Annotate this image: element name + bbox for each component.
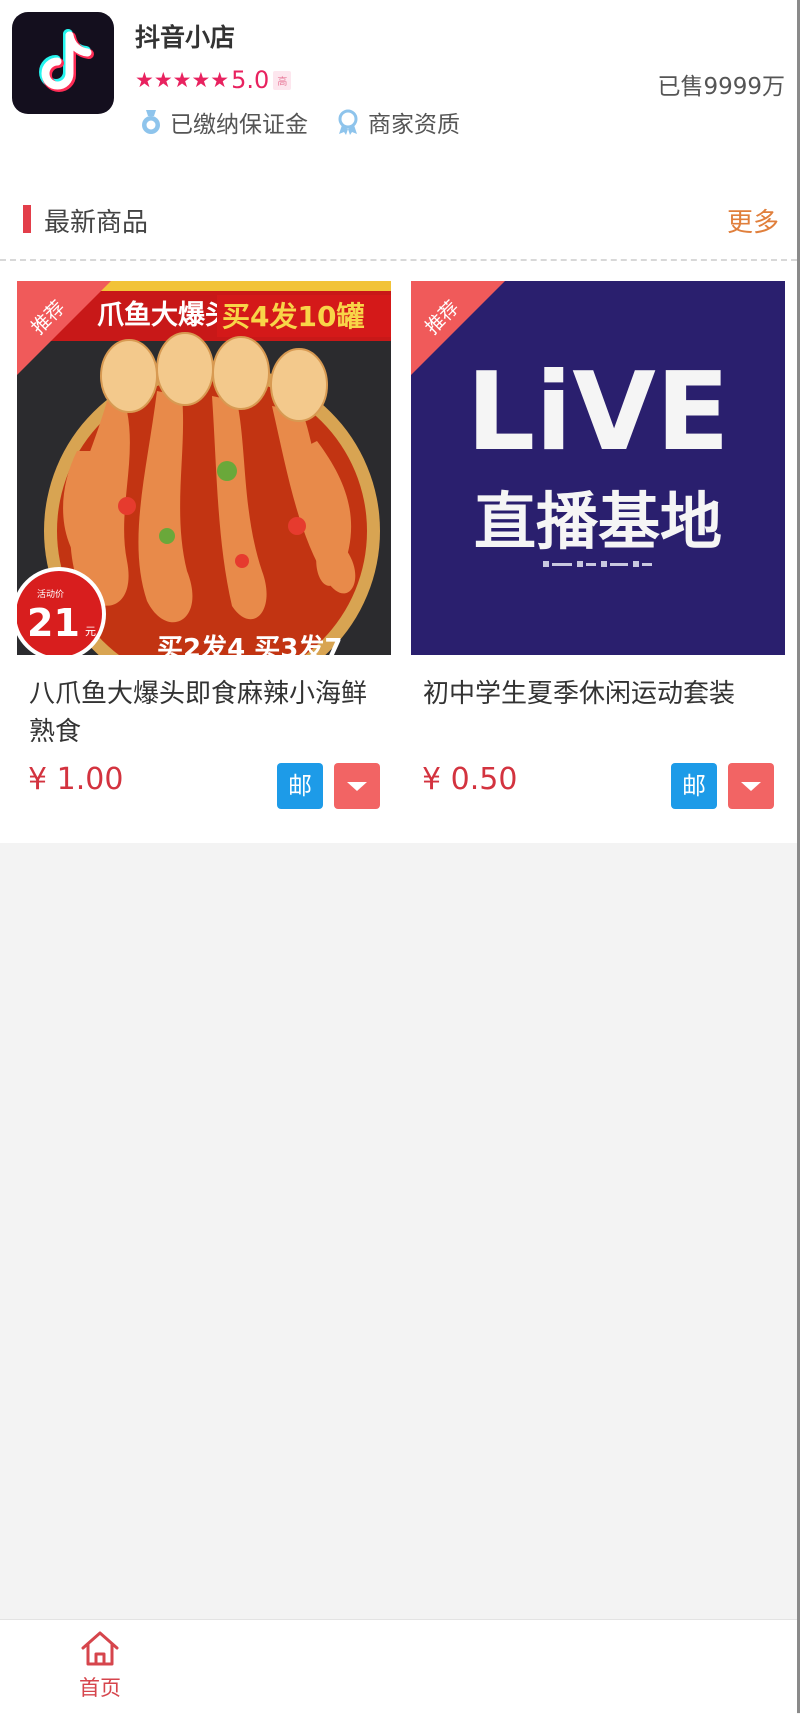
section-divider [0,259,797,261]
caret-down-icon [741,782,761,791]
merchant-qualification-label: 商家资质 [368,112,460,138]
product-price: ¥ 0.50 [422,762,518,797]
product-image-octopus[interactable]: 爪鱼大爆头 买4发10罐 活动价 21 元 买2发4 买3发7 推荐 [17,281,391,655]
section-title-marker [23,205,31,233]
shop-logo[interactable] [12,12,114,114]
caret-down-icon [347,782,367,791]
image-badge-unit: 元 [85,625,96,638]
product-card[interactable]: 爪鱼大爆头 买4发10罐 活动价 21 元 买2发4 买3发7 推荐 八爪鱼大爆… [17,281,391,841]
bottom-tab-bar: 首页 [0,1619,797,1714]
shop-header: 抖音小店 ★★★★★ 5.0 高 已售9999万 已缴纳保证金 商家资质 [0,0,797,175]
deposit-medal-icon [142,110,160,134]
shop-name: 抖音小店 [135,23,236,52]
live-base-image: LiVE 直播基地 推荐 [411,281,785,655]
tab-home-label: 首页 [79,1676,121,1700]
image-live-line1: LiVE [466,350,729,475]
section-title: 最新商品 [44,208,149,238]
dropdown-cart-button[interactable] [728,763,774,809]
dropdown-cart-button[interactable] [334,763,380,809]
rating-level-badge: 高 [273,70,292,90]
tiktok-logo-icon [39,29,94,92]
merchant-qualification-badge[interactable]: 商家资质 [336,105,460,139]
product-title[interactable]: 初中学生夏季休闲运动套装 [423,675,783,713]
image-badge-number: 21 [27,601,80,645]
image-bottom-text: 买2发4 买3发7 [157,633,342,655]
deposit-badge-label: 已缴纳保证金 [170,112,308,138]
merchant-certificate-icon [338,109,358,135]
image-banner-right: 买4发10罐 [222,300,364,333]
product-title[interactable]: 八爪鱼大爆头即食麻辣小海鲜熟食 [29,675,389,751]
deposit-badge[interactable]: 已缴纳保证金 [140,105,308,139]
product-price: ¥ 1.00 [28,762,124,797]
tab-home[interactable]: 首页 [72,1628,128,1702]
page: 抖音小店 ★★★★★ 5.0 高 已售9999万 已缴纳保证金 商家资质 最新商… [0,0,800,1714]
rating-score: 5.0 [231,66,270,94]
product-image-live[interactable]: LiVE 直播基地 推荐 [411,281,785,655]
rating-stars-icon: ★★★★★ [135,68,230,92]
free-shipping-badge: 邮 [277,763,323,809]
image-live-line2: 直播基地 [474,485,722,558]
home-icon [81,1631,119,1666]
shop-badges: 已缴纳保证金 商家资质 [140,105,488,139]
shop-rating: ★★★★★ 5.0 高 [135,64,292,96]
sold-count: 已售9999万 [657,74,785,100]
free-shipping-badge: 邮 [671,763,717,809]
product-card[interactable]: LiVE 直播基地 推荐 初中学生夏季休闲运动套装 ¥ 0.50 邮 [411,281,785,841]
image-badge-small: 活动价 [37,588,64,600]
latest-products-section: 最新商品 更多 爪鱼大爆头 买4发10罐 活动价 21 元 买2发4 买3发7 … [0,175,797,843]
image-banner-left: 爪鱼大爆头 [97,300,232,331]
octopus-food-image: 爪鱼大爆头 买4发10罐 活动价 21 元 买2发4 买3发7 推荐 [17,281,391,655]
more-link[interactable]: 更多 [727,202,779,239]
